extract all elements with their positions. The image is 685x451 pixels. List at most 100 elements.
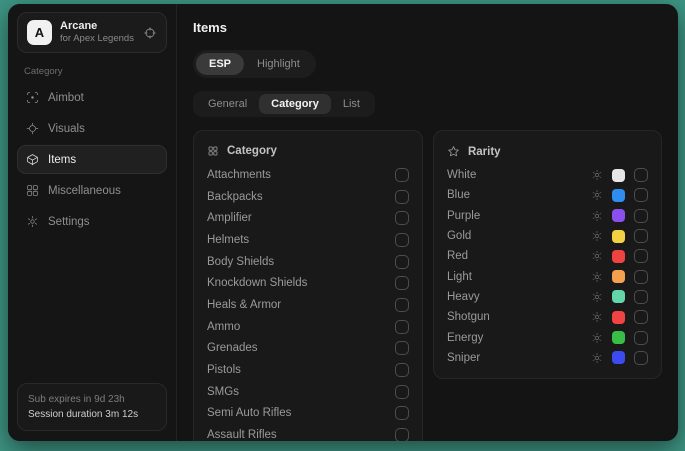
category-checkbox[interactable] bbox=[395, 428, 409, 441]
rarity-row: Heavy bbox=[447, 287, 648, 307]
main-content: Items ESPHighlight GeneralCategoryList C… bbox=[177, 4, 678, 441]
category-row: Pistols bbox=[207, 359, 409, 381]
category-row: Backpacks bbox=[207, 186, 409, 208]
sidebar-item-label: Visuals bbox=[48, 123, 85, 135]
category-row-label: Helmets bbox=[207, 234, 395, 246]
rarity-row-label: Purple bbox=[447, 210, 591, 222]
category-checkbox[interactable] bbox=[395, 363, 409, 377]
gear-small-icon[interactable] bbox=[591, 291, 603, 303]
rarity-color-swatch[interactable] bbox=[612, 209, 625, 222]
category-row-label: Attachments bbox=[207, 169, 395, 181]
rarity-row: Energy bbox=[447, 327, 648, 347]
category-checkbox[interactable] bbox=[395, 385, 409, 399]
rarity-color-swatch[interactable] bbox=[612, 169, 625, 182]
rarity-color-swatch[interactable] bbox=[612, 290, 625, 303]
rarity-color-swatch[interactable] bbox=[612, 311, 625, 324]
gear-small-icon[interactable] bbox=[591, 210, 603, 222]
category-checkbox[interactable] bbox=[395, 211, 409, 225]
rarity-checkbox[interactable] bbox=[634, 331, 648, 345]
sidebar-spacer bbox=[17, 237, 167, 383]
category-checkbox[interactable] bbox=[395, 233, 409, 247]
gear-small-icon[interactable] bbox=[591, 169, 603, 181]
esp-mode-toggle: ESPHighlight bbox=[193, 50, 316, 78]
category-checkbox[interactable] bbox=[395, 341, 409, 355]
sidebar-section-label: Category bbox=[24, 66, 160, 77]
category-row-label: Assault Rifles bbox=[207, 429, 395, 441]
category-row: Heals & Armor bbox=[207, 294, 409, 316]
rarity-checkbox[interactable] bbox=[634, 209, 648, 223]
layout-grid-icon bbox=[26, 184, 39, 197]
crosshair-icon[interactable] bbox=[143, 26, 157, 40]
category-row: Knockdown Shields bbox=[207, 272, 409, 294]
gear-small-icon[interactable] bbox=[591, 271, 603, 283]
rarity-color-swatch[interactable] bbox=[612, 250, 625, 263]
rarity-checkbox[interactable] bbox=[634, 310, 648, 324]
tab-list[interactable]: List bbox=[331, 94, 372, 114]
rarity-row-controls bbox=[591, 229, 648, 243]
rarity-row-controls bbox=[591, 310, 648, 324]
category-panel: Category Attachments BackpacksAmplifier He… bbox=[193, 130, 423, 441]
brand-card: A Arcane for Apex Legends bbox=[17, 12, 167, 53]
rarity-row-label: Sniper bbox=[447, 352, 591, 364]
rarity-color-swatch[interactable] bbox=[612, 270, 625, 283]
rarity-checkbox[interactable] bbox=[634, 168, 648, 182]
category-checkbox[interactable] bbox=[395, 406, 409, 420]
session-card: Sub expires in 9d 23h Session duration 3… bbox=[17, 383, 167, 431]
category-checkbox[interactable] bbox=[395, 190, 409, 204]
brand-text: Arcane for Apex Legends bbox=[60, 21, 134, 44]
rarity-checkbox[interactable] bbox=[634, 229, 648, 243]
sidebar-item-aimbot[interactable]: Aimbot bbox=[17, 83, 167, 112]
brand-title: Arcane bbox=[60, 21, 134, 32]
grid-icon bbox=[207, 145, 219, 157]
sidebar-item-label: Aimbot bbox=[48, 92, 84, 104]
category-panel-title: Category bbox=[227, 145, 277, 157]
rarity-row: Light bbox=[447, 266, 648, 286]
sidebar-item-items[interactable]: Items bbox=[17, 145, 167, 174]
rarity-row-controls bbox=[591, 270, 648, 284]
category-row-label: Ammo bbox=[207, 321, 395, 333]
rarity-row-label: White bbox=[447, 169, 591, 181]
rarity-checkbox[interactable] bbox=[634, 351, 648, 365]
tab-general[interactable]: General bbox=[196, 94, 259, 114]
star-icon bbox=[447, 145, 460, 158]
rarity-checkbox[interactable] bbox=[634, 270, 648, 284]
brand-subtitle: for Apex Legends bbox=[60, 34, 134, 44]
category-row: Ammo bbox=[207, 316, 409, 338]
rarity-row: Sniper bbox=[447, 348, 648, 368]
app-window: A Arcane for Apex Legends Category Aimbo… bbox=[8, 4, 678, 441]
sidebar-item-visuals[interactable]: Visuals bbox=[17, 114, 167, 143]
rarity-color-swatch[interactable] bbox=[612, 189, 625, 202]
mode-option-esp[interactable]: ESP bbox=[196, 53, 244, 75]
category-row: Assault Rifles bbox=[207, 424, 409, 441]
rarity-panel-header: Rarity bbox=[447, 137, 648, 165]
rarity-row-controls bbox=[591, 168, 648, 182]
gear-icon bbox=[26, 215, 39, 228]
category-checkbox[interactable] bbox=[395, 255, 409, 269]
gear-small-icon[interactable] bbox=[591, 189, 603, 201]
gear-small-icon[interactable] bbox=[591, 311, 603, 323]
gear-small-icon[interactable] bbox=[591, 352, 603, 364]
rarity-row-label: Red bbox=[447, 250, 591, 262]
sidebar-item-settings[interactable]: Settings bbox=[17, 207, 167, 236]
rarity-row: Shotgun bbox=[447, 307, 648, 327]
rarity-checkbox[interactable] bbox=[634, 290, 648, 304]
rarity-color-swatch[interactable] bbox=[612, 351, 625, 364]
category-checkbox[interactable] bbox=[395, 320, 409, 334]
rarity-row: Gold bbox=[447, 226, 648, 246]
mode-option-highlight[interactable]: Highlight bbox=[244, 53, 313, 75]
rarity-checkbox[interactable] bbox=[634, 249, 648, 263]
gear-small-icon[interactable] bbox=[591, 230, 603, 242]
rarity-row-label: Light bbox=[447, 271, 591, 283]
rarity-checkbox[interactable] bbox=[634, 188, 648, 202]
category-checkbox[interactable] bbox=[395, 276, 409, 290]
category-row: Amplifier bbox=[207, 207, 409, 229]
rarity-row: White bbox=[447, 165, 648, 185]
rarity-color-swatch[interactable] bbox=[612, 331, 625, 344]
gear-small-icon[interactable] bbox=[591, 250, 603, 262]
rarity-color-swatch[interactable] bbox=[612, 230, 625, 243]
sidebar-item-miscellaneous[interactable]: Miscellaneous bbox=[17, 176, 167, 205]
category-checkbox[interactable] bbox=[395, 168, 409, 182]
tab-category[interactable]: Category bbox=[259, 94, 331, 114]
category-checkbox[interactable] bbox=[395, 298, 409, 312]
gear-small-icon[interactable] bbox=[591, 332, 603, 344]
